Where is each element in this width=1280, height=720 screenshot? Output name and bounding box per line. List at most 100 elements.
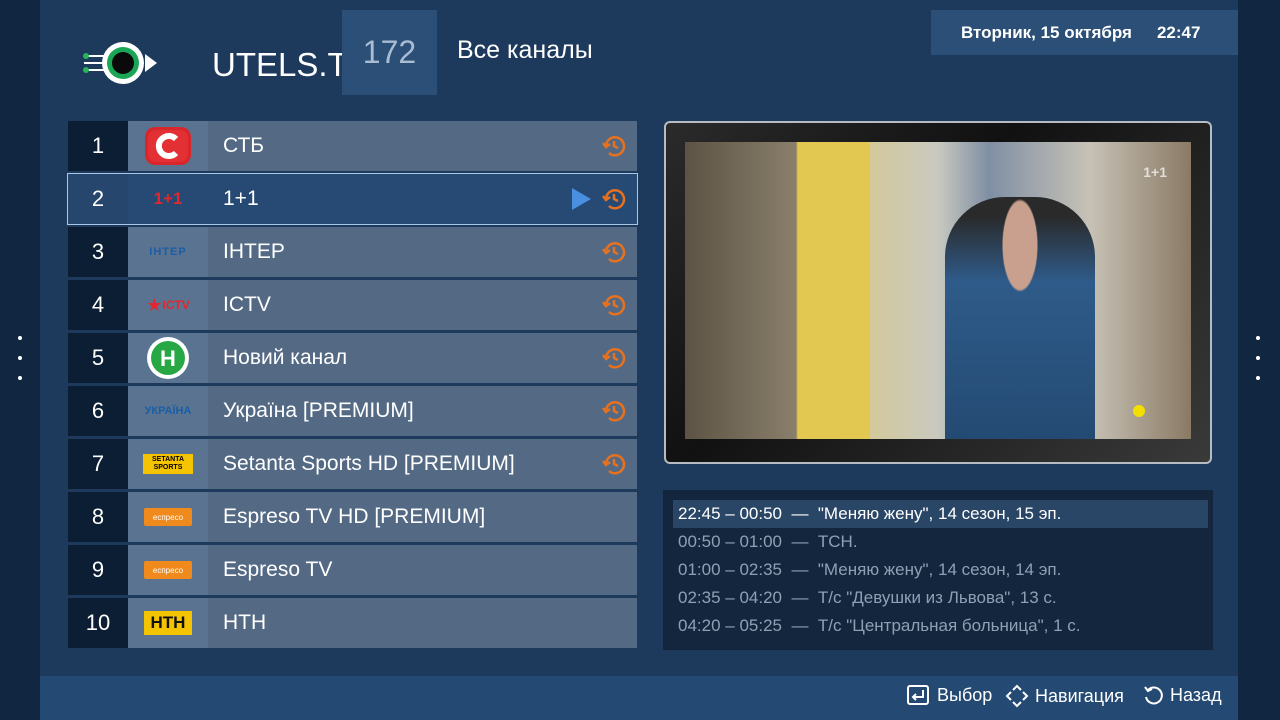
epg-item[interactable]: 01:00 – 02:35 — "Меняю жену", 14 сезон, … [673, 556, 1208, 584]
channel-count: 172 [342, 10, 437, 95]
history-icon[interactable] [601, 239, 627, 265]
espreso-logo-text: еспресо [152, 565, 184, 575]
category-title[interactable]: Все каналы [457, 36, 593, 65]
channel-name: 1+1 [223, 187, 259, 210]
channel-name: НТН [223, 611, 267, 634]
epg-sep: — [791, 560, 809, 579]
channel-row[interactable]: 6 УКРАЇНА Україна [PREMIUM] [68, 386, 637, 436]
date: Вторник, 15 октября [961, 22, 1132, 42]
setanta-logo: SETANTA SPORTS [128, 439, 208, 489]
channel-name: Новий канал [223, 346, 348, 369]
channel-name: ICTV [223, 293, 271, 316]
epg-time: 01:00 – 02:35 [678, 560, 782, 579]
channel-name: Україна [PREMIUM] [223, 399, 414, 422]
epg-sep: — [791, 504, 809, 523]
channel-row[interactable]: 9 еспресо Espreso TV [68, 545, 637, 595]
ntn-logo-text: НТН [150, 613, 186, 632]
epg-title: ТСН. [817, 532, 858, 551]
left-more-icon[interactable] [18, 336, 22, 396]
channel-name: Espreso TV [223, 558, 333, 581]
ntn-logo: НТН [128, 598, 208, 648]
epg-time: 02:35 – 04:20 [678, 588, 782, 607]
navigate-hint-label: Навигация [1035, 685, 1124, 706]
epg-item[interactable]: 00:50 – 01:00 — ТСН. [673, 528, 1208, 556]
video-preview[interactable]: 1+1 [685, 142, 1191, 439]
noviy-logo-text: Н [160, 346, 176, 371]
back-icon [1144, 686, 1163, 705]
history-icon[interactable] [601, 292, 627, 318]
channel-name: Espreso TV HD [PREMIUM] [223, 505, 486, 528]
epg-sep: — [791, 588, 809, 607]
epg-sep: — [791, 532, 809, 551]
play-icon[interactable] [572, 188, 591, 210]
history-icon[interactable] [601, 451, 627, 477]
epg-title: Т/с "Девушки из Львова", 13 с. [817, 588, 1057, 607]
channel-number: 9 [68, 545, 128, 595]
ictv-logo-text: ICTV [162, 298, 190, 312]
1plus1-logo: 1+1 [128, 174, 208, 224]
channel-number: 4 [68, 280, 128, 330]
select-hint[interactable]: Выбор [907, 684, 992, 706]
right-sidebar [1238, 0, 1280, 720]
channel-row-selected[interactable]: 2 1+1 1+1 [67, 173, 638, 225]
channel-row[interactable]: 3 ІНТЕР ІНТЕР [68, 227, 637, 277]
channel-list: 1 СТБ 2 1+1 1+1 3 ІНТЕР ІНТЕР 4 ★ ICTV I… [67, 121, 638, 651]
espreso-logo-text: еспресо [152, 512, 184, 522]
channel-number: 7 [68, 439, 128, 489]
epg-title: "Меняю жену", 14 сезон, 15 эп. [817, 504, 1062, 523]
setanta-logo-bottom: SPORTS [153, 464, 183, 471]
history-icon[interactable] [601, 345, 627, 371]
video-scene-wall [685, 142, 870, 439]
navigate-hint[interactable]: Навигация [1005, 684, 1124, 708]
stb-logo [128, 121, 208, 171]
ictv-logo: ★ ICTV [128, 280, 208, 330]
history-icon[interactable] [601, 186, 627, 212]
channel-number: 6 [68, 386, 128, 436]
time: 22:47 [1156, 22, 1201, 42]
channel-number: 8 [68, 492, 128, 542]
channel-number: 10 [68, 598, 128, 648]
channel-number: 2 [68, 174, 128, 224]
epg-panel: 22:45 – 00:50 — "Меняю жену", 14 сезон, … [663, 490, 1213, 650]
epg-title: Т/с "Центральная больница", 1 с. [817, 616, 1081, 635]
enter-icon [907, 685, 929, 705]
inter-logo-text: ІНТЕР [149, 246, 187, 258]
channel-number: 3 [68, 227, 128, 277]
datetime-bar: Вторник, 15 октября 22:47 [931, 10, 1238, 55]
back-hint[interactable]: Назад [1142, 684, 1222, 706]
epg-time: 04:20 – 05:25 [678, 616, 782, 635]
right-more-icon[interactable] [1256, 336, 1260, 396]
back-hint-label: Назад [1170, 684, 1222, 705]
channel-number: 5 [68, 333, 128, 383]
left-sidebar [0, 0, 40, 720]
utels-eye-icon [83, 42, 157, 84]
channel-row[interactable]: 5 Н Новий канал [68, 333, 637, 383]
1plus1-logo-text: 1+1 [153, 189, 183, 208]
espreso-logo: еспресо [128, 492, 208, 542]
noviy-kanal-logo: Н [128, 333, 208, 383]
channel-name: СТБ [223, 134, 265, 157]
channel-number: 1 [68, 121, 128, 171]
app-logo: UTELS.TV [82, 40, 370, 86]
channel-row[interactable]: 10 НТН НТН [68, 598, 637, 648]
ukraina-logo: УКРАЇНА [128, 386, 208, 436]
espreso-logo: еспресо [128, 545, 208, 595]
epg-sep: — [791, 616, 809, 635]
history-icon[interactable] [601, 398, 627, 424]
channel-name: ІНТЕР [223, 240, 285, 263]
video-scene-person [945, 197, 1095, 439]
history-icon[interactable] [601, 133, 627, 159]
epg-item[interactable]: 04:20 – 05:25 — Т/с "Центральная больниц… [673, 612, 1208, 640]
channel-row[interactable]: 1 СТБ [68, 121, 637, 171]
star-icon: ★ [146, 294, 163, 315]
setanta-logo-top: SETANTA [151, 456, 185, 463]
epg-item[interactable]: 02:35 – 04:20 — Т/с "Девушки из Львова",… [673, 584, 1208, 612]
channel-row[interactable]: 4 ★ ICTV ICTV [68, 280, 637, 330]
epg-time: 00:50 – 01:00 [678, 532, 782, 551]
channel-row[interactable]: 7 SETANTA SPORTS Setanta Sports HD [PREM… [68, 439, 637, 489]
channel-name: Setanta Sports HD [PREMIUM] [223, 452, 515, 475]
epg-title: "Меняю жену", 14 сезон, 14 эп. [817, 560, 1062, 579]
inter-logo: ІНТЕР [128, 227, 208, 277]
epg-item-current[interactable]: 22:45 – 00:50 — "Меняю жену", 14 сезон, … [673, 500, 1208, 528]
channel-row[interactable]: 8 еспресо Espreso TV HD [PREMIUM] [68, 492, 637, 542]
